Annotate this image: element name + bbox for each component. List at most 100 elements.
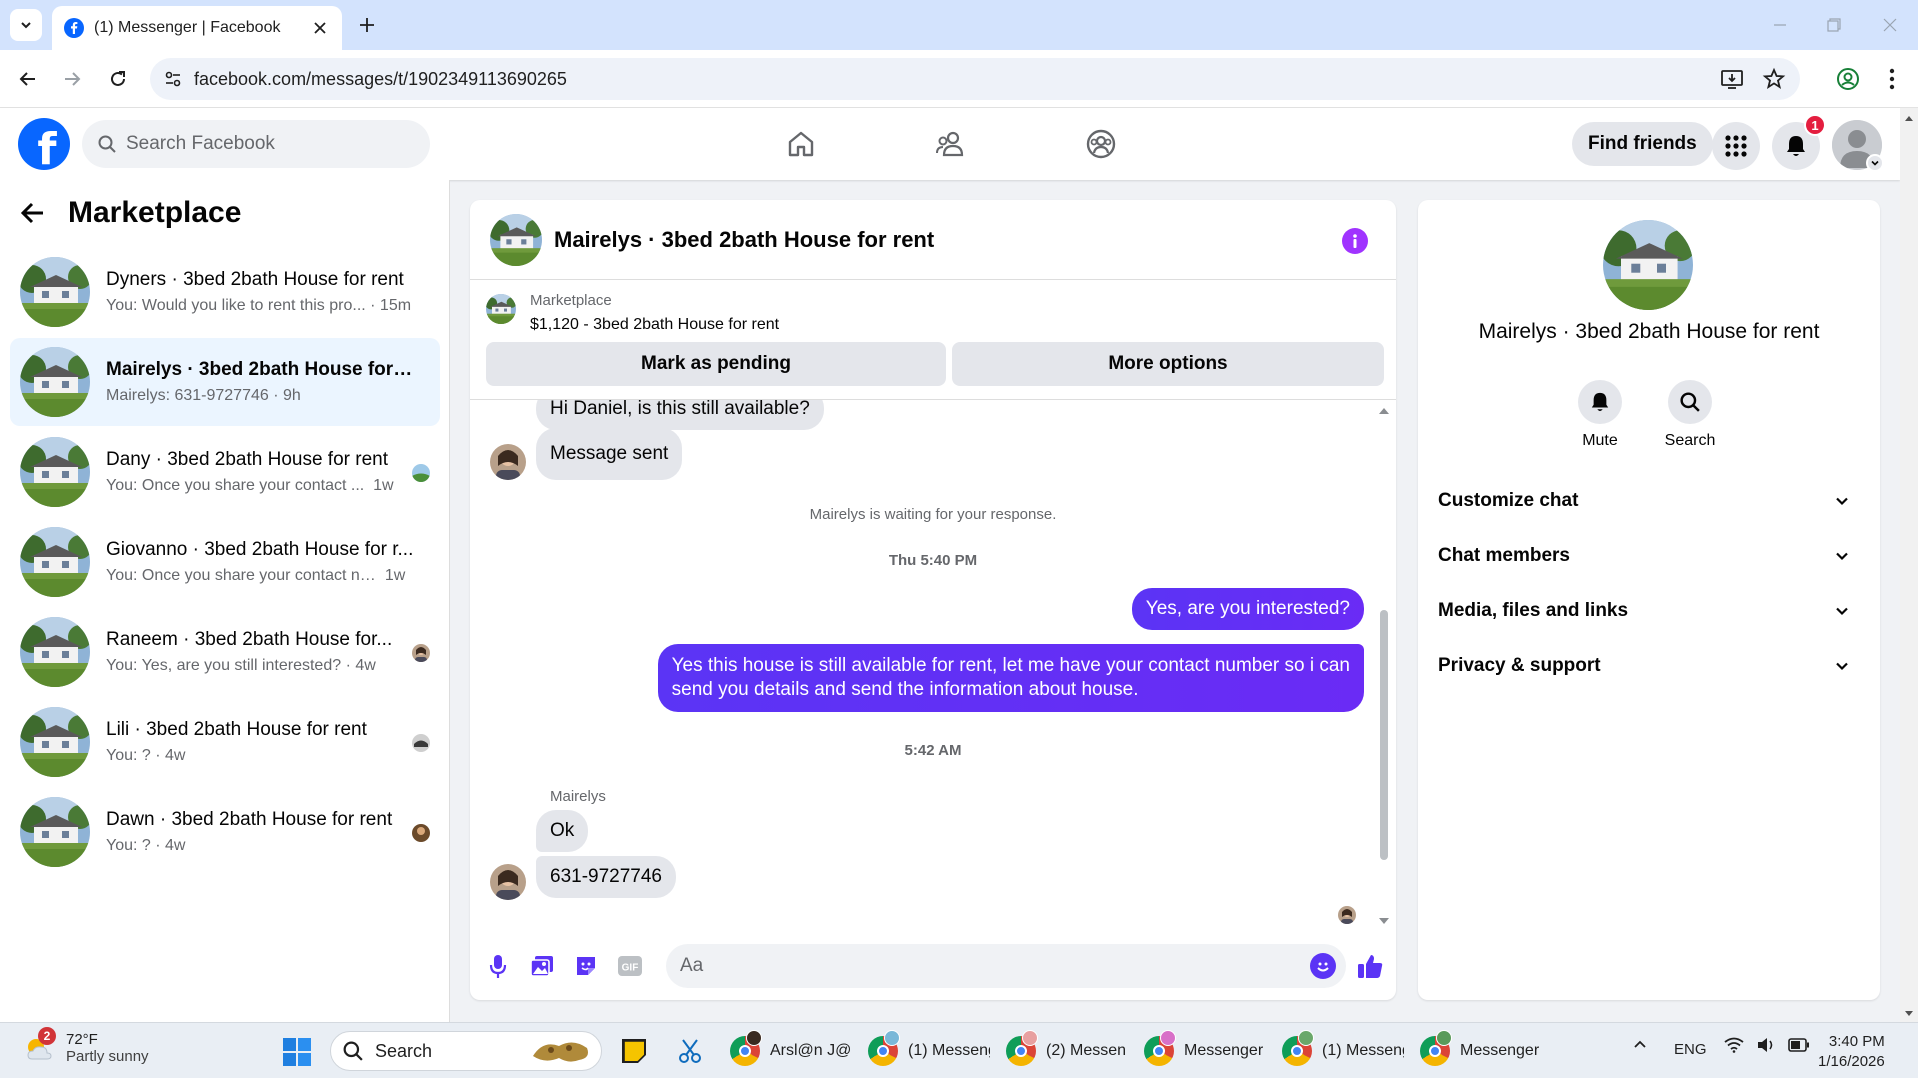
message-bubble-outgoing[interactable]: Yes this house is still available for re… [657,644,1364,712]
message-input[interactable] [680,955,1280,977]
gif-button[interactable]: GIF [616,952,644,980]
chat-members-section[interactable]: Chat members [1438,533,1860,579]
chrome-icon [1282,1030,1314,1066]
voice-clip-button[interactable] [484,952,512,980]
show-hidden-icons[interactable] [1632,1037,1648,1053]
chevron-down-icon [1836,607,1848,616]
facebook-search[interactable] [82,120,430,168]
conversation-info-button[interactable] [1342,228,1368,254]
nav-home[interactable] [779,122,823,166]
snipping-tool-app[interactable] [672,1031,708,1071]
back-button[interactable] [12,63,44,95]
menu-button[interactable] [1712,122,1760,170]
tab-close-icon[interactable] [310,18,330,38]
taskbar-chrome-window[interactable]: (1) Messeng [1282,1030,1404,1071]
conversation-snippet: You: ? [106,837,151,854]
listing-thumbnail [486,294,516,324]
section-label: Privacy & support [1438,655,1601,676]
message-input-wrapper[interactable] [666,944,1346,988]
find-friends-button[interactable]: Find friends [1572,122,1713,166]
close-window-button[interactable] [1870,10,1910,40]
notifications-button[interactable]: 1 [1772,114,1826,170]
taskbar-chrome-window[interactable]: Messenger [1144,1030,1266,1071]
send-like-button[interactable] [1356,952,1384,980]
gif-icon: GIF [618,956,642,976]
taskbar-chrome-window[interactable]: (1) Messeng [868,1030,990,1071]
new-tab-button[interactable] [352,10,382,40]
restore-button[interactable] [1814,10,1854,40]
taskbar-chrome-window[interactable]: Messenger [1420,1030,1542,1071]
emoji-button[interactable] [1310,953,1336,979]
message-bubble-incoming[interactable]: Hi Daniel, is this still available? [536,400,824,430]
conversation-item[interactable]: Dawn · 3bed 2bath House for rent You: ? … [10,788,440,876]
system-clock[interactable]: 3:40 PM 1/16/2026 [1818,1032,1885,1072]
message-bubble-outgoing[interactable]: Yes, are you interested? [1131,588,1364,630]
browser-toolbar: facebook.com/messages/t/1902349113690265 [0,50,1918,108]
install-app-icon[interactable] [1720,67,1744,91]
conversation-time: · 9h [273,387,301,404]
sticky-notes-app[interactable] [616,1031,652,1071]
customize-chat-section[interactable]: Customize chat [1438,478,1860,524]
taskbar-search[interactable]: Search [330,1031,602,1071]
message-bubble-incoming[interactable]: 631-9727746 [536,856,676,898]
chat-listing-avatar[interactable] [490,214,542,266]
browser-menu-button[interactable] [1876,63,1908,95]
weather-desc: Partly sunny [66,1048,149,1065]
sticker-button[interactable] [572,952,600,980]
search-input[interactable] [126,133,406,155]
listing-avatar-large[interactable] [1603,220,1693,310]
media-files-links-section[interactable]: Media, files and links [1438,588,1860,634]
privacy-support-section[interactable]: Privacy & support [1438,643,1860,689]
minimize-button[interactable] [1760,10,1800,40]
conversation-item[interactable]: Dany · 3bed 2bath House for rent You: On… [10,428,440,516]
start-button[interactable] [282,1037,312,1067]
thumbs-up-icon [1358,955,1383,978]
arrow-left-icon [19,72,35,86]
chat-title[interactable]: Mairelys · 3bed 2bath House for rent [554,227,934,253]
taskbar-chrome-window[interactable]: Arsl@n J@ [730,1030,852,1071]
conversation-item[interactable]: Raneem · 3bed 2bath House for... You: Ye… [10,608,440,696]
nav-friends[interactable] [929,122,973,166]
message-bubble-incoming[interactable]: Message sent [536,428,683,480]
weather-widget[interactable]: 2 72°F Partly sunny [22,1027,149,1065]
chat-scrollbar[interactable] [1378,406,1390,926]
tab-search-button[interactable] [10,9,42,41]
forward-button[interactable] [56,63,88,95]
back-arrow-icon[interactable] [20,200,46,226]
sender-avatar[interactable] [490,864,526,900]
bookmark-star-icon[interactable] [1762,67,1786,91]
conversation-item[interactable]: Lili · 3bed 2bath House for rent You: ? … [10,698,440,786]
mute-button[interactable]: Mute [1560,380,1640,450]
photo-icon [530,956,553,977]
conversation-snippet: Mairelys: 631-9727746 [106,387,269,404]
scroll-down-icon [1379,918,1389,924]
more-options-button[interactable]: More options [952,342,1384,386]
page-scrollbar[interactable] [1900,108,1918,1022]
scrollbar-thumb[interactable] [1380,610,1388,860]
listing-price-title[interactable]: $1,120 - 3bed 2bath House for rent [530,316,779,334]
profile-button[interactable] [1832,63,1864,95]
svg-text:GIF: GIF [622,963,639,974]
conversation-time: 1w [384,567,406,584]
message-thread[interactable]: Hi Daniel, is this still available? Mess… [470,400,1396,932]
account-chevron[interactable] [1866,154,1884,172]
input-language[interactable]: ENG [1674,1041,1707,1058]
taskbar-chrome-window[interactable]: (2) Messen [1006,1030,1128,1071]
conversation-item-active[interactable]: Mairelys · 3bed 2bath House for re... Ma… [10,338,440,426]
facebook-logo[interactable]: f [18,118,70,175]
listing-thumbnail [20,347,90,417]
window-label: (2) Messen [1046,1042,1127,1059]
mark-as-pending-button[interactable]: Mark as pending [486,342,946,386]
message-bubble-incoming[interactable]: Ok [536,810,589,852]
attach-photo-button[interactable] [528,952,556,980]
browser-tab-messenger[interactable]: (1) Messenger | Facebook [52,6,342,50]
search-in-conversation-button[interactable]: Search [1650,380,1730,450]
conversation-item[interactable]: Dyners · 3bed 2bath House for rent You: … [10,248,440,336]
conversation-item[interactable]: Giovanno · 3bed 2bath House for r... You… [10,518,440,606]
sender-avatar[interactable] [490,444,526,480]
address-bar[interactable]: facebook.com/messages/t/1902349113690265 [150,58,1800,100]
reload-button[interactable] [102,63,134,95]
system-tray-status[interactable] [1724,1037,1810,1053]
conversation-time: · 15m [370,297,412,314]
nav-groups[interactable] [1079,122,1123,166]
